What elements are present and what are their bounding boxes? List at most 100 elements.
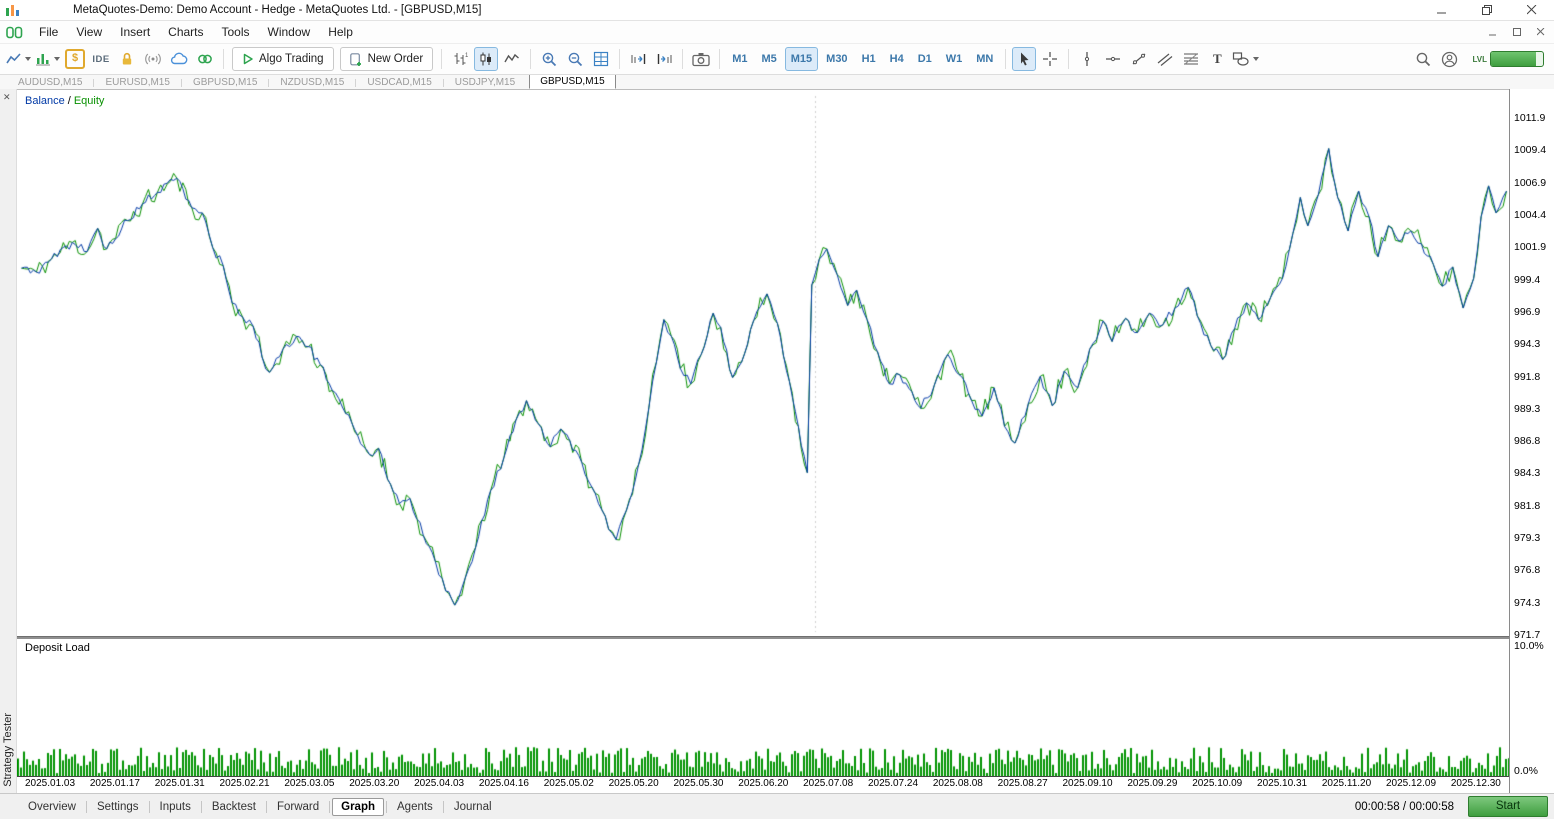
price-tick-label: 1009.4 (1514, 144, 1546, 156)
close-button[interactable] (1509, 0, 1554, 20)
timeframe-h1-button[interactable]: H1 (856, 47, 882, 71)
date-tick-label: 2025.02.21 (220, 778, 270, 789)
search-button[interactable] (1411, 47, 1435, 71)
tester-tab-overview[interactable]: Overview (20, 799, 84, 815)
price-tick-label: 1011.9 (1514, 112, 1545, 124)
price-tick-label: 1001.9 (1514, 241, 1546, 253)
profile-button[interactable] (1437, 47, 1461, 71)
line-chart-mode-button[interactable] (500, 47, 524, 71)
text-tool-button[interactable]: T (1205, 47, 1229, 71)
horizontal-line-tool-button[interactable] (1101, 47, 1125, 71)
zoom-out-button[interactable] (563, 47, 587, 71)
vertical-line-tool-button[interactable] (1075, 47, 1099, 71)
balance-equity-chart[interactable] (17, 90, 1511, 636)
menu-item-window[interactable]: Window (259, 23, 320, 41)
price-tick-label: 991.8 (1514, 371, 1540, 383)
timeframe-mn-button[interactable]: MN (970, 47, 999, 71)
tester-tab-settings[interactable]: Settings (89, 799, 147, 815)
timeframe-m1-button[interactable]: M1 (726, 47, 753, 71)
price-tick-label: 989.3 (1514, 403, 1540, 415)
crosshair-icon (1042, 51, 1058, 67)
date-tick-label: 2025.04.03 (414, 778, 464, 789)
fibonacci-tool-button[interactable] (1179, 47, 1203, 71)
chart-tab[interactable]: GBPUSD,M15 (529, 75, 615, 89)
price-tick-label: 981.8 (1514, 500, 1540, 512)
auto-scroll-button[interactable] (626, 47, 650, 71)
minimize-button[interactable] (1419, 0, 1464, 20)
legend-balance-label: Balance (25, 95, 65, 107)
indicators-dropdown[interactable] (34, 47, 61, 71)
screenshot-button[interactable] (689, 47, 713, 71)
chart-tab[interactable]: AUDUSD,M15 (14, 76, 86, 89)
candlestick-mode-button[interactable] (474, 47, 498, 71)
lock-button[interactable] (115, 47, 139, 71)
trendline-tool-button[interactable] (1127, 47, 1151, 71)
chart-tab[interactable]: GBPUSD,M15 (189, 76, 261, 89)
zoom-in-button[interactable] (537, 47, 561, 71)
date-tick-label: 2025.07.24 (868, 778, 918, 789)
menu-item-charts[interactable]: Charts (159, 23, 212, 41)
chart-tab[interactable]: NZDUSD,M15 (276, 76, 348, 89)
deposit-load-chart[interactable] (17, 639, 1511, 776)
price-axis[interactable]: 10.0% 0.0% 1011.91009.41006.91004.41001.… (1509, 89, 1554, 793)
trendline-icon (1131, 51, 1147, 67)
community-button[interactable] (193, 47, 217, 71)
algo-trading-button[interactable]: Algo Trading (232, 47, 334, 71)
timeframe-m15-button[interactable]: M15 (785, 47, 818, 71)
window-title: MetaQuotes-Demo: Demo Account - Hedge - … (73, 4, 481, 16)
menu-item-file[interactable]: File (30, 23, 67, 41)
menu-item-insert[interactable]: Insert (111, 23, 159, 41)
start-button[interactable]: Start (1468, 796, 1548, 817)
tester-tab-agents[interactable]: Agents (389, 799, 441, 815)
shapes-tool-dropdown[interactable] (1231, 47, 1260, 71)
crosshair-tool-button[interactable] (1038, 47, 1062, 71)
date-tick-label: 2025.03.20 (349, 778, 399, 789)
line-chart-icon (6, 51, 22, 67)
main-area: ✕ Strategy Tester Balance/Equity Deposit… (0, 89, 1554, 793)
date-tick-label: 2025.01.03 (25, 778, 75, 789)
profiles-dropdown[interactable] (5, 47, 32, 71)
channel-tool-button[interactable] (1153, 47, 1177, 71)
chart-tab[interactable]: USDJPY,M15 (451, 76, 519, 89)
tile-windows-button[interactable] (589, 47, 613, 71)
child-minimize-button[interactable] (1486, 25, 1500, 39)
zoom-in-icon (541, 51, 558, 68)
menu-item-view[interactable]: View (67, 23, 111, 41)
date-tick-label: 2025.10.31 (1257, 778, 1307, 789)
shapes-icon (1232, 51, 1250, 67)
grid-icon (593, 51, 609, 67)
timeframe-d1-button[interactable]: D1 (912, 47, 938, 71)
tester-tab-journal[interactable]: Journal (446, 799, 500, 815)
menu-item-help[interactable]: Help (319, 23, 362, 41)
restore-button[interactable] (1464, 0, 1509, 20)
date-tick-label: 2025.05.30 (673, 778, 723, 789)
chart-shift-button[interactable] (652, 47, 676, 71)
timeframe-m30-button[interactable]: M30 (820, 47, 853, 71)
chart-tab[interactable]: USDCAD,M15 (363, 76, 435, 89)
toolbar-separator (223, 49, 224, 69)
tester-tab-backtest[interactable]: Backtest (204, 799, 264, 815)
cloud-icon (170, 51, 188, 67)
timeframe-h4-button[interactable]: H4 (884, 47, 910, 71)
menu-items: FileViewInsertChartsToolsWindowHelp (30, 23, 362, 41)
metaeditor-ide-button[interactable]: IDE (89, 47, 113, 71)
child-close-button[interactable] (1534, 25, 1548, 39)
timeframe-w1-button[interactable]: W1 (940, 47, 969, 71)
bar-chart-mode-button[interactable]: 1 (448, 47, 472, 71)
menu-item-tools[interactable]: Tools (213, 23, 259, 41)
chart-tab[interactable]: EURUSD,M15 (101, 76, 173, 89)
timeframe-m5-button[interactable]: M5 (755, 47, 782, 71)
child-restore-button[interactable] (1510, 25, 1524, 39)
tester-tab-forward[interactable]: Forward (269, 799, 327, 815)
legend-separator: / (68, 95, 71, 107)
cloud-button[interactable] (167, 47, 191, 71)
chart-tab-strip-items: AUDUSD,M15 EURUSD,M15 GBPUSD,M15 NZDUSD,M15… (14, 75, 616, 89)
new-order-button[interactable]: New Order (340, 47, 434, 71)
tester-tab-separator (329, 801, 330, 813)
search-icon (1415, 51, 1432, 68)
signal-button[interactable] (141, 47, 165, 71)
cursor-tool-button[interactable] (1012, 47, 1036, 71)
tester-close-button[interactable]: ✕ (3, 92, 11, 102)
tester-tab-inputs[interactable]: Inputs (152, 799, 199, 815)
market-watch-button[interactable]: $ (63, 47, 87, 71)
